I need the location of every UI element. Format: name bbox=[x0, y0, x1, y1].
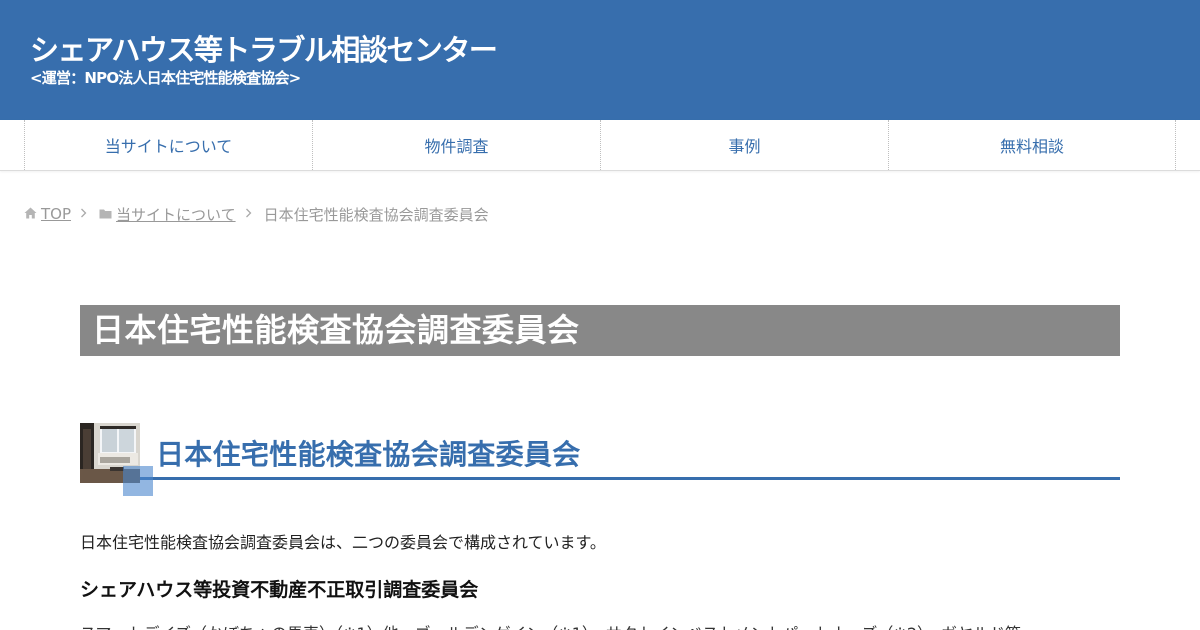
global-nav: 当サイトについて 物件調査 事例 無料相談 bbox=[0, 120, 1200, 171]
chevron-right-icon bbox=[80, 207, 87, 221]
nav-list: 当サイトについて 物件調査 事例 無料相談 bbox=[24, 120, 1177, 170]
body-paragraph: スマートデイズ（かぼちゃの馬車）（※1）他、ゴールデンゲイン（※1）、サクトイン… bbox=[80, 620, 1021, 630]
site-header: シェアハウス等トラブル相談センター <運営：NPO法人日本住宅性能検査協会> bbox=[0, 0, 1200, 120]
nav-item-free-consultation[interactable]: 無料相談 bbox=[888, 120, 1176, 170]
breadcrumb: TOP 当サイトについて 日本住宅性能検査協会調査委員会 bbox=[24, 204, 489, 224]
site-title: シェアハウス等トラブル相談センター bbox=[30, 33, 498, 67]
section-heading-text: 日本住宅性能検査協会調査委員会 bbox=[156, 438, 581, 471]
nav-item-about[interactable]: 当サイトについて bbox=[24, 120, 312, 170]
breadcrumb-top-link[interactable]: TOP bbox=[41, 205, 71, 223]
sub-heading: シェアハウス等投資不動産不正取引調査委員会 bbox=[80, 579, 479, 601]
home-icon bbox=[24, 205, 37, 223]
nav-item-property-survey[interactable]: 物件調査 bbox=[312, 120, 600, 170]
folder-icon bbox=[99, 205, 112, 223]
intro-paragraph: 日本住宅性能検査協会調査委員会は、二つの委員会で構成されています。 bbox=[80, 533, 606, 552]
breadcrumb-current: 日本住宅性能検査協会調査委員会 bbox=[263, 205, 489, 224]
page-title: 日本住宅性能検査協会調査委員会 bbox=[80, 305, 1120, 356]
site-subtitle: <運営：NPO法人日本住宅性能検査協会> bbox=[30, 69, 301, 87]
thumbnail-accent-square bbox=[123, 466, 153, 496]
chevron-right-icon bbox=[245, 207, 252, 221]
site-logo-link[interactable]: シェアハウス等トラブル相談センター <運営：NPO法人日本住宅性能検査協会> bbox=[30, 33, 498, 88]
breadcrumb-about-link[interactable]: 当サイトについて bbox=[116, 204, 236, 225]
nav-item-cases[interactable]: 事例 bbox=[600, 120, 888, 170]
section-heading: 日本住宅性能検査協会調査委員会 bbox=[80, 423, 1120, 483]
